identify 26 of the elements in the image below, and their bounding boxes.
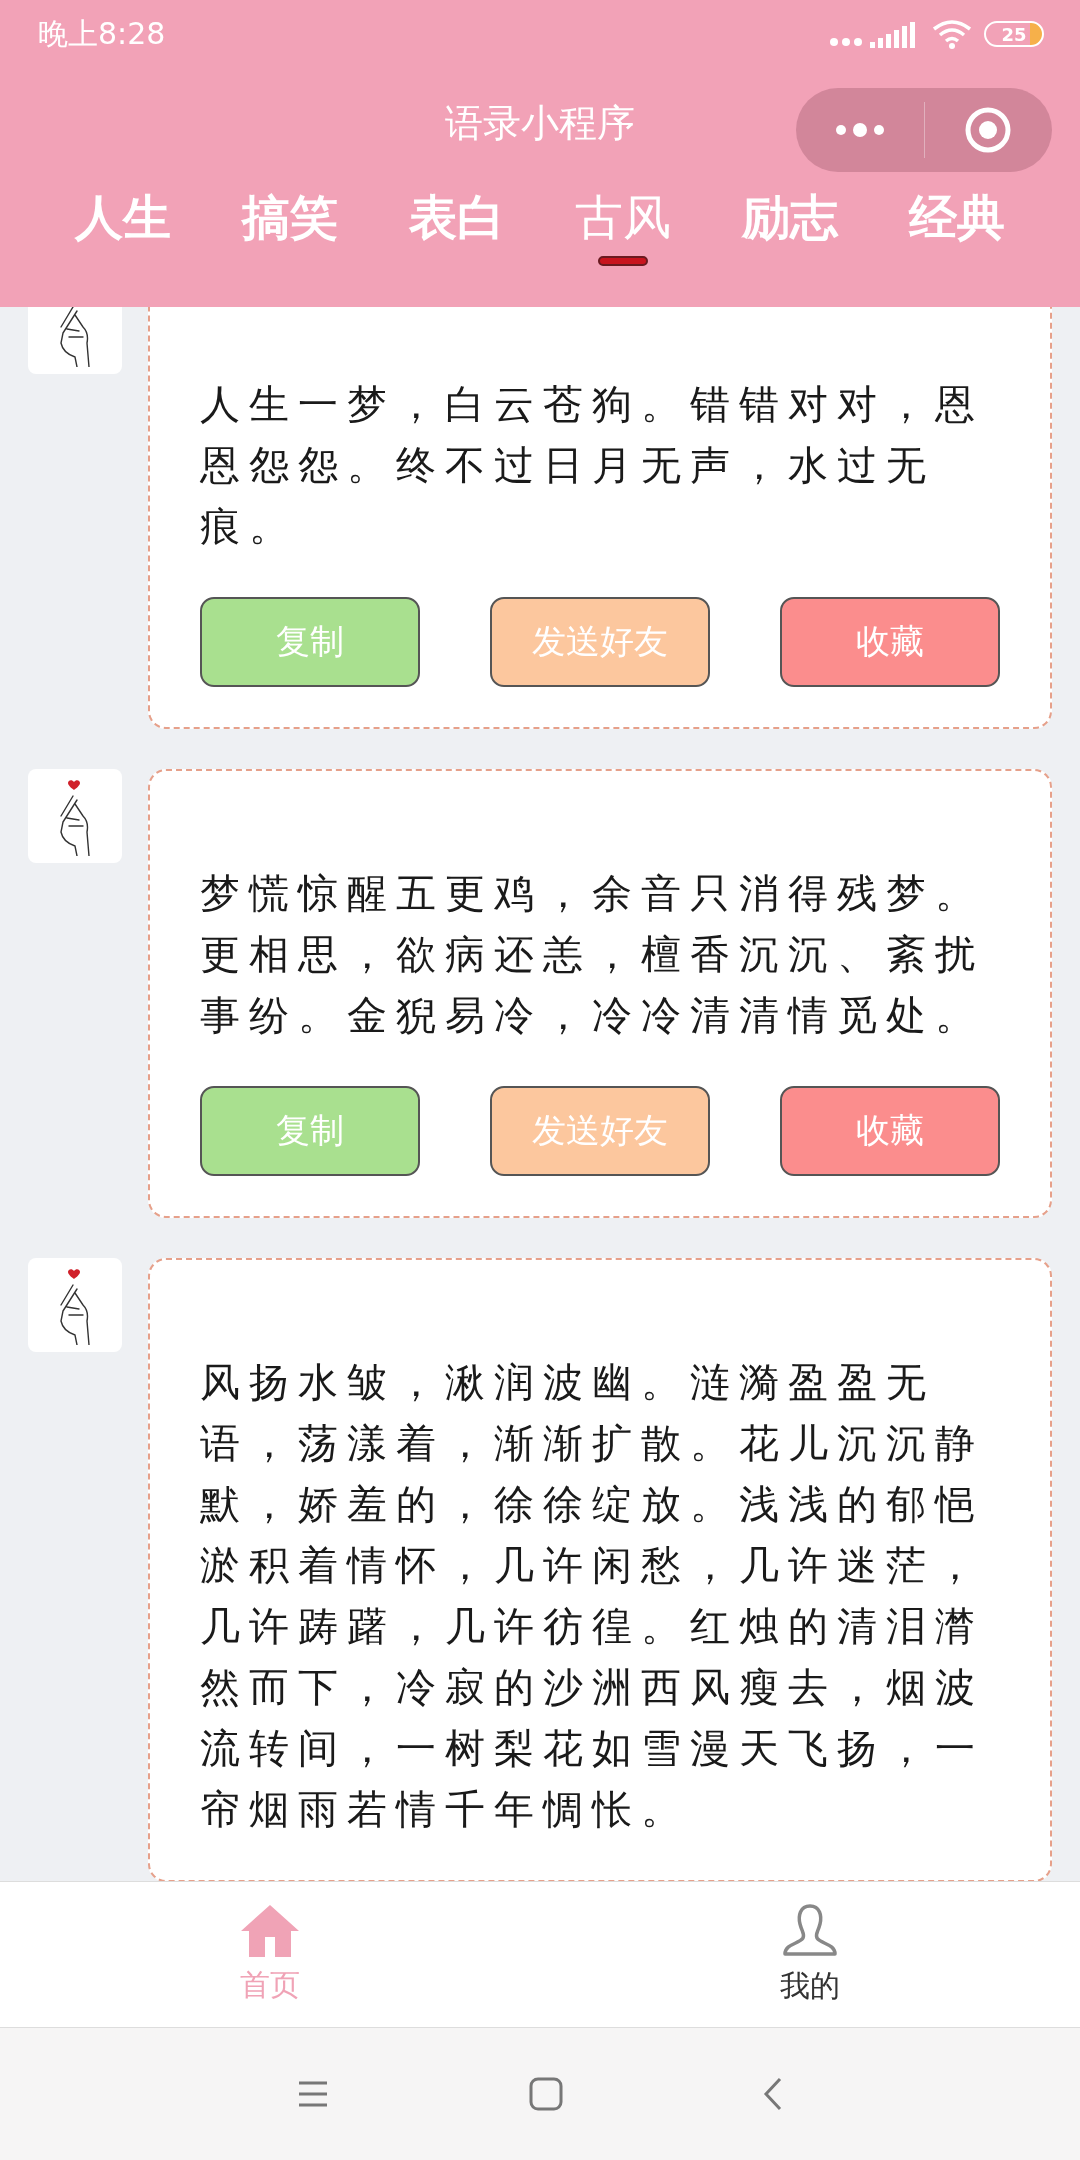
category-tab[interactable]: 经典 (908, 178, 1005, 266)
quote-text: 风扬水皱，湫润波幽。涟漪盈盈无语，荡漾着，渐渐扩散。花儿沉沉静默，娇羞的，徐徐绽放。浅浅的郁悒淤积着情怀，几许闲愁，几许迷茫，几许踌躇，几许彷徨。红烛的清泪潸然而下，冷寂的沙洲西风瘦去，烟波流转间，一树梨花如雪漫天飞扬，一帘烟雨若情千年惆怅。 (200, 1358, 985, 1834)
copy-button[interactable]: 复制 (200, 597, 420, 687)
favorite-button[interactable]: 收藏 (780, 1086, 1000, 1176)
category-tab[interactable]: 人生 (75, 178, 172, 266)
home-square-icon[interactable] (529, 2077, 563, 2111)
back-icon[interactable] (763, 2077, 783, 2111)
wifi-icon (932, 19, 972, 49)
nav-tab[interactable]: 首页 (0, 1882, 540, 2027)
nav-tab[interactable]: 我的 (540, 1882, 1080, 2027)
page-title: 语录小程序 (445, 99, 635, 147)
category-tab[interactable]: 励志 (741, 178, 838, 266)
share-button[interactable]: 发送好友 (490, 597, 710, 687)
favorite-button[interactable]: 收藏 (780, 597, 1000, 687)
status-time: 晚上8:28 (38, 14, 166, 53)
copy-button[interactable]: 复制 (200, 1086, 420, 1176)
more-icon[interactable] (833, 123, 886, 137)
quote-text: 梦慌惊醒五更鸡，余音只消得残梦。更相思，欲病还恙，檀香沉沉、紊扰事纷。金猊易冷，冷冷清清情觅处。 (200, 869, 985, 1040)
menu-icon[interactable] (297, 2080, 329, 2108)
category-tab[interactable]: 表白 (408, 178, 505, 266)
category-tab[interactable]: 搞笑 (242, 178, 338, 266)
share-button[interactable]: 发送好友 (490, 1086, 710, 1176)
category-tab[interactable]: 古风 (575, 178, 672, 266)
home-icon (239, 1903, 301, 1959)
quote-text: 人生一梦，白云苍狗。错错对对，恩恩怨怨。终不过日月无声，水过无痕。 (200, 380, 985, 551)
battery-icon: 25 (984, 21, 1044, 47)
